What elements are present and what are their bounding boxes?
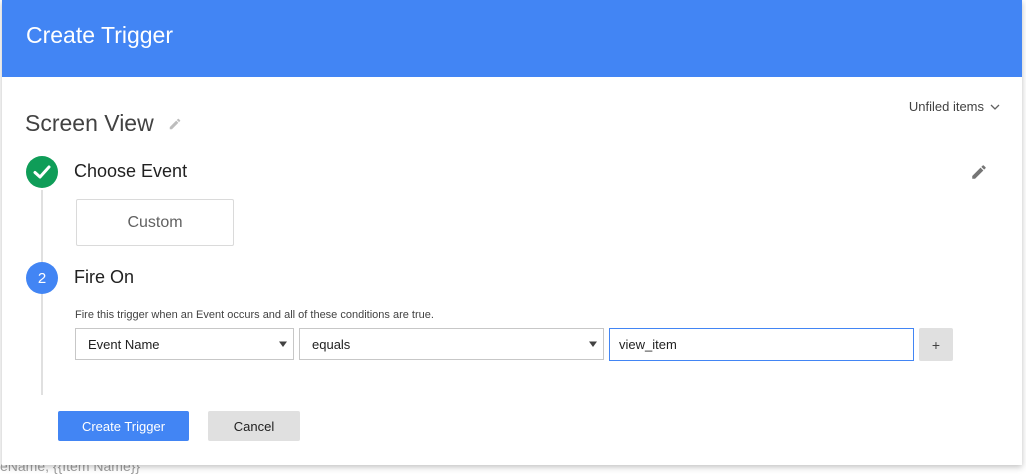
caret-down-icon [589,341,597,347]
step-title-choose-event: Choose Event [74,161,188,181]
fire-on-description: Fire this trigger when an Event occurs a… [75,309,434,321]
create-trigger-button[interactable]: Create Trigger [58,411,189,441]
operator-select-value: equals [312,336,351,352]
edit-step-icon[interactable] [970,163,988,181]
cancel-button[interactable]: Cancel [208,411,300,441]
condition-operator-select[interactable]: equals [299,328,604,360]
condition-variable-select[interactable]: Event Name [75,328,294,360]
trigger-name-row: Screen View [25,110,182,137]
step-complete-badge [26,156,58,188]
add-condition-button[interactable]: + [919,328,953,361]
step-title-fire-on: Fire On [74,267,135,287]
trigger-name[interactable]: Screen View [25,110,154,137]
step-number-badge: 2 [26,262,58,294]
folder-label: Unfiled items [908,99,984,114]
dialog-title: Create Trigger [26,22,174,48]
chevron-down-icon [990,104,1000,110]
dialog-header: Create Trigger [2,0,1022,77]
folder-selector[interactable]: Unfiled items [909,99,1000,114]
edit-name-icon[interactable] [168,117,182,131]
selected-event-card[interactable]: Custom [76,199,234,246]
condition-value-input[interactable] [609,328,914,361]
caret-down-icon [279,341,287,347]
checkmark-icon [33,165,51,179]
variable-select-value: Event Name [88,336,160,352]
